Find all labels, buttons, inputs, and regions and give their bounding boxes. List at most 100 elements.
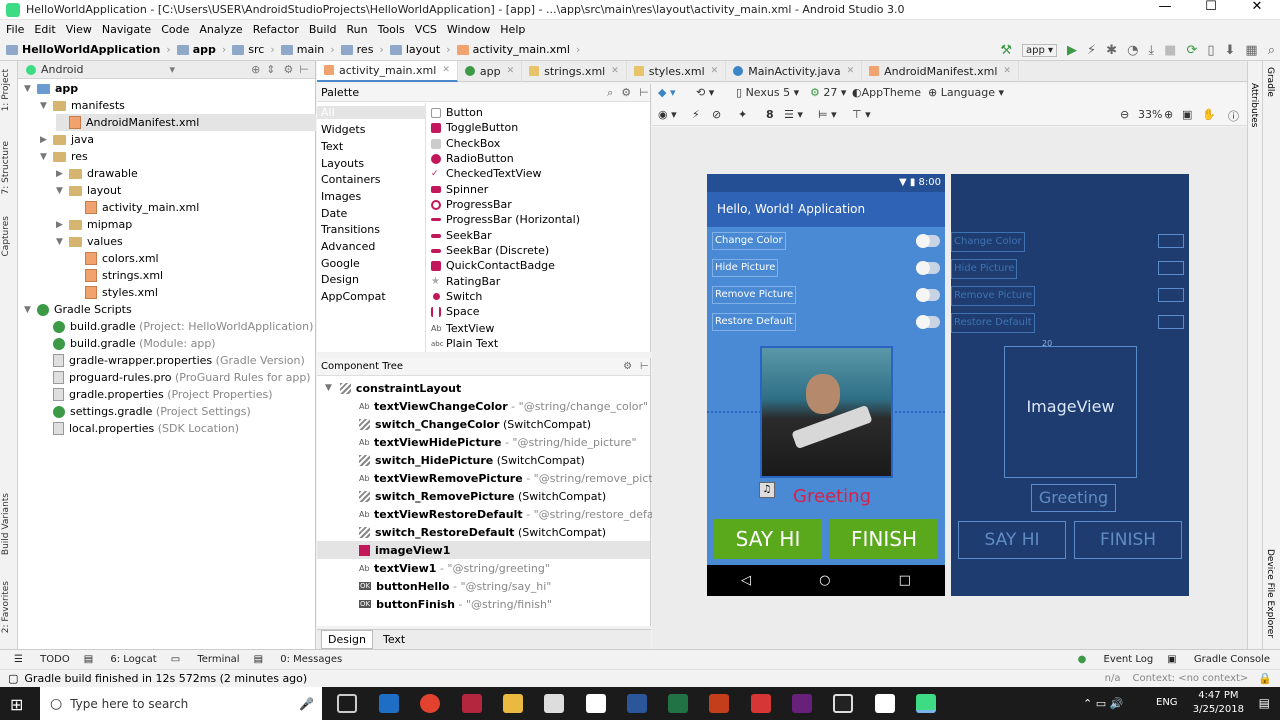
- close-tab-icon[interactable]: ✕: [847, 66, 855, 76]
- close-button[interactable]: ✕: [1234, 0, 1280, 14]
- terminal-tab[interactable]: ▭ Terminal: [171, 654, 240, 665]
- app-icon[interactable]: [462, 694, 482, 713]
- category-date[interactable]: Date: [321, 207, 347, 220]
- tree-item[interactable]: ▼ Gradle Scripts: [24, 301, 132, 318]
- expand-arrow-icon[interactable]: ▼: [40, 101, 50, 111]
- favorites-tool-tab[interactable]: 2: Favorites: [1, 581, 11, 633]
- expand-arrow-icon[interactable]: ▼: [24, 84, 34, 94]
- gear-icon[interactable]: ⚙: [621, 86, 631, 99]
- expand-arrow-icon[interactable]: ▼: [56, 186, 66, 196]
- tree-node[interactable]: Ab textViewChangeColor - "@string/change_…: [359, 397, 648, 415]
- breadcrumb-src[interactable]: src ›: [232, 43, 275, 56]
- hide-icon[interactable]: ⊢: [299, 63, 309, 76]
- tree-node[interactable]: switch_HidePicture (SwitchCompat): [359, 451, 585, 469]
- info-icon[interactable]: ⓘ: [1228, 108, 1239, 124]
- mail-icon[interactable]: [586, 694, 606, 713]
- expand-arrow-icon[interactable]: ▼: [24, 305, 34, 315]
- tree-node[interactable]: switch_RestoreDefault (SwitchCompat): [359, 523, 606, 541]
- close-tab-icon[interactable]: ✕: [611, 66, 619, 76]
- breadcrumb-main[interactable]: main ›: [280, 43, 335, 56]
- expand-arrow-icon[interactable]: ▼: [325, 383, 332, 393]
- menu-run[interactable]: Run: [347, 23, 368, 36]
- design-preview[interactable]: ▼ ▮ 8:00 Hello, World! Application Chang…: [707, 174, 945, 596]
- zoom-in-icon[interactable]: ⊕: [1164, 108, 1173, 121]
- palette-item[interactable]: QuickContactBadge: [431, 259, 555, 272]
- tree-node-layout[interactable]: ▼ constraintLayout: [325, 379, 461, 397]
- button-say-hi[interactable]: SAY HI: [714, 519, 822, 559]
- make-project-icon[interactable]: ⚒: [1000, 43, 1012, 58]
- microphone-icon[interactable]: 🎤: [299, 697, 314, 711]
- tree-node[interactable]: switch_RemovePicture (SwitchCompat): [359, 487, 606, 505]
- tree-node[interactable]: Ab textViewHidePicture - "@string/hide_pi…: [359, 433, 637, 451]
- textview-change-color[interactable]: Change Color: [712, 232, 786, 250]
- sdk-manager-icon[interactable]: ⬇: [1225, 43, 1236, 58]
- tree-item[interactable]: gradle-wrapper.properties (Gradle Versio…: [40, 352, 305, 369]
- hide-icon[interactable]: ⊢: [639, 86, 649, 99]
- maximize-button[interactable]: ☐: [1188, 0, 1234, 14]
- notification-icon[interactable]: ▤: [1259, 696, 1270, 710]
- palette-item[interactable]: ToggleButton: [431, 121, 518, 134]
- breadcrumb-app[interactable]: app ›: [176, 43, 226, 56]
- messages-tab[interactable]: ▤ 0: Messages: [254, 654, 343, 665]
- menu-refactor[interactable]: Refactor: [253, 23, 299, 36]
- tab-styles[interactable]: styles.xml ✕: [627, 60, 727, 82]
- category-design[interactable]: Design: [321, 273, 359, 286]
- todo-tab[interactable]: ☰ TODO: [14, 654, 70, 665]
- attributes-tool-tab[interactable]: Attributes: [1249, 83, 1259, 127]
- tree-item[interactable]: ▼ values: [56, 233, 123, 250]
- device-select[interactable]: ▯ Nexus 5 ▾: [736, 86, 799, 99]
- gear-icon[interactable]: ⚙: [623, 361, 632, 372]
- visual-studio-icon[interactable]: [792, 694, 812, 713]
- tree-node[interactable]: Ab textView1 - "@string/greeting": [359, 559, 550, 577]
- menu-file[interactable]: File: [6, 23, 24, 36]
- category-appcompat[interactable]: AppCompat: [321, 290, 386, 303]
- status-toggle-icon[interactable]: ▢: [8, 672, 18, 685]
- chevron-down-icon[interactable]: ▾: [170, 63, 176, 76]
- infer-constraints-icon[interactable]: ✦: [738, 108, 747, 121]
- close-tab-icon[interactable]: ✕: [442, 65, 450, 75]
- view-options-icon[interactable]: ◉ ▾: [658, 108, 677, 121]
- textview-greeting[interactable]: Greeting: [777, 486, 887, 507]
- blueprint-switch[interactable]: [1158, 288, 1184, 302]
- tree-node[interactable]: Ab textViewRestoreDefault - "@string/rest…: [359, 505, 673, 523]
- sticky-icon[interactable]: [875, 694, 895, 713]
- expand-arrow-icon[interactable]: ▶: [40, 135, 50, 145]
- blueprint-switch[interactable]: [1158, 234, 1184, 248]
- api-level-select[interactable]: ⚙ 27 ▾: [810, 86, 846, 99]
- tree-item[interactable]: strings.xml: [72, 267, 163, 284]
- tree-item[interactable]: build.gradle (Project: HelloWorldApplica…: [40, 318, 313, 335]
- apply-changes-icon[interactable]: ⚡: [1087, 43, 1096, 58]
- search-icon[interactable]: ⌕: [1268, 43, 1275, 58]
- project-tool-tab[interactable]: 1: Project: [1, 69, 11, 111]
- lock-icon[interactable]: 🔒: [1258, 672, 1272, 685]
- minimize-button[interactable]: —: [1142, 0, 1188, 14]
- pan-icon[interactable]: ✋: [1202, 108, 1216, 121]
- palette-item[interactable]: ProgressBar: [431, 198, 512, 211]
- gear-icon[interactable]: ⚙: [284, 63, 294, 76]
- tree-item[interactable]: styles.xml: [72, 284, 158, 301]
- menu-help[interactable]: Help: [500, 23, 525, 36]
- pack-icon[interactable]: ☰ ▾: [784, 108, 803, 121]
- taskbar-search[interactable]: ○ Type here to search 🎤: [40, 687, 322, 720]
- zoom-out-icon[interactable]: ⊖: [1120, 108, 1129, 121]
- autoconnect-icon[interactable]: ⚡: [692, 108, 700, 121]
- tree-item[interactable]: build.gradle (Module: app): [40, 335, 216, 352]
- tab-mainactivity[interactable]: MainActivity.java ✕: [726, 60, 863, 82]
- textview-restore-default[interactable]: Restore Default: [712, 313, 796, 331]
- back-icon[interactable]: ◁: [741, 573, 751, 588]
- blueprint-textview-remove-picture[interactable]: Remove Picture: [951, 286, 1036, 306]
- gradle-console-tab[interactable]: ▣ Gradle Console: [1167, 654, 1270, 665]
- blueprint-textview-change-color[interactable]: Change Color: [951, 232, 1025, 252]
- tree-item[interactable]: gradle.properties (Project Properties): [40, 386, 273, 403]
- switch-change-color[interactable]: [916, 234, 940, 248]
- category-google[interactable]: Google: [321, 257, 360, 270]
- text-baseline-icon[interactable]: ♫: [759, 482, 775, 498]
- category-widgets[interactable]: Widgets: [321, 123, 365, 136]
- excel-icon[interactable]: [668, 694, 688, 713]
- tray-icons[interactable]: ⌃ ▭ 🔊: [1083, 697, 1123, 710]
- menu-analyze[interactable]: Analyze: [199, 23, 242, 36]
- debug-icon[interactable]: ✱: [1106, 43, 1117, 58]
- tab-app[interactable]: app ✕: [458, 60, 523, 82]
- language-indicator[interactable]: ENG: [1156, 697, 1178, 708]
- file-explorer-icon[interactable]: [503, 694, 523, 713]
